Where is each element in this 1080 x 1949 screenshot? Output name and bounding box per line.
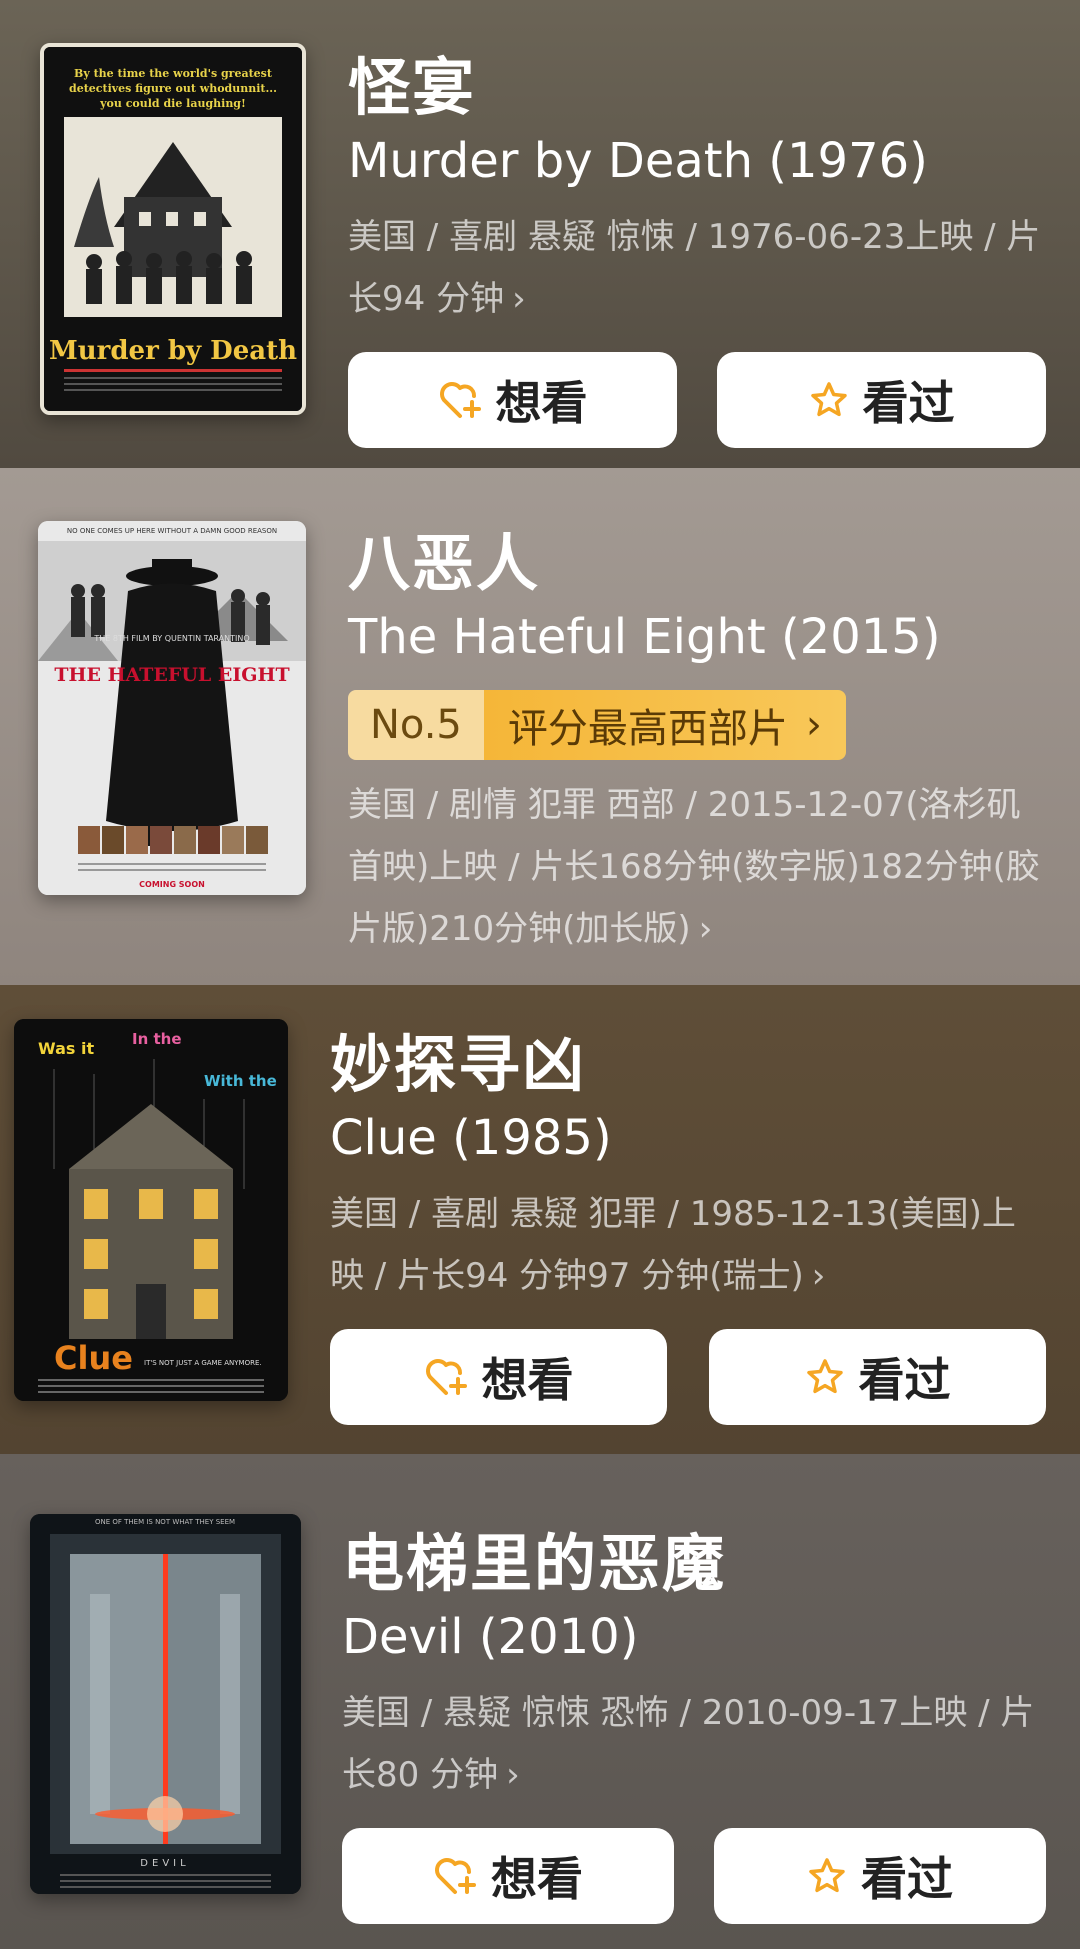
ranking-label-text: 评分最高西部片 xyxy=(507,706,788,752)
poster-title: Murder by Death xyxy=(49,336,297,366)
svg-text:NO ONE COMES UP HERE WITHOUT A: NO ONE COMES UP HERE WITHOUT A DAMN GOOD… xyxy=(67,527,277,535)
movie-card[interactable]: Was it In the With the Clue IT'S NOT JUS… xyxy=(0,985,1080,1454)
want-to-watch-label: 想看 xyxy=(491,1852,583,1906)
movie-meta-text: 美国 / 悬疑 惊悚 恐怖 / 2010-09-17上映 / 片长80 分钟 xyxy=(342,1693,1035,1795)
poster-art: Was it In the With the Clue IT'S NOT JUS… xyxy=(14,1019,288,1401)
movie-title-cn: 妙探寻凶 xyxy=(330,1028,587,1101)
movie-meta[interactable]: 美国 / 喜剧 悬疑 惊悚 / 1976-06-23上映 / 片长94 分钟 › xyxy=(348,206,1046,330)
movie-title-en: Murder by Death (1976) xyxy=(348,133,928,189)
movie-poster[interactable]: By the time the world's greatest detecti… xyxy=(40,43,306,415)
watched-label: 看过 xyxy=(858,1353,951,1407)
movie-title-cn: 八恶人 xyxy=(348,527,541,600)
want-to-watch-button[interactable]: 想看 xyxy=(330,1329,667,1425)
movie-meta-text: 美国 / 剧情 犯罪 西部 / 2015-12-07(洛杉矶首映)上映 / 片长… xyxy=(348,785,1040,949)
movie-poster[interactable]: NO ONE COMES UP HERE WITHOUT A DAMN GOOD… xyxy=(38,521,306,895)
movie-card[interactable]: By the time the world's greatest detecti… xyxy=(0,0,1080,468)
movie-title-en: The Hateful Eight (2015) xyxy=(348,609,941,665)
heart-plus-icon xyxy=(424,1357,468,1397)
ranking-badge[interactable]: No.5 评分最高西部片 › xyxy=(348,690,846,760)
watched-label: 看过 xyxy=(861,1852,953,1906)
chevron-right-icon: › xyxy=(698,909,713,949)
svg-text:COMING SOON: COMING SOON xyxy=(139,880,205,889)
poster-art: By the time the world's greatest detecti… xyxy=(44,47,302,411)
svg-text:ONE OF THEM IS NOT WHAT THEY S: ONE OF THEM IS NOT WHAT THEY SEEM xyxy=(95,1518,235,1526)
watched-label: 看过 xyxy=(862,376,955,430)
star-icon xyxy=(809,380,849,420)
svg-text:IT'S NOT JUST A GAME ANYMORE.: IT'S NOT JUST A GAME ANYMORE. xyxy=(144,1359,262,1367)
poster-title: Clue xyxy=(54,1339,133,1377)
watched-button[interactable]: 看过 xyxy=(709,1329,1046,1425)
svg-text:you could die laughing!: you could die laughing! xyxy=(99,97,246,110)
want-to-watch-label: 想看 xyxy=(481,1353,574,1407)
chevron-right-icon: › xyxy=(811,1256,826,1296)
poster-art: NO ONE COMES UP HERE WITHOUT A DAMN GOOD… xyxy=(38,521,306,895)
chevron-right-icon: › xyxy=(506,1755,520,1795)
want-to-watch-button[interactable]: 想看 xyxy=(348,352,677,448)
movie-title-en: Clue (1985) xyxy=(330,1110,612,1166)
movie-meta[interactable]: 美国 / 喜剧 悬疑 犯罪 / 1985-12-13(美国)上映 / 片长94 … xyxy=(330,1183,1046,1307)
watched-button[interactable]: 看过 xyxy=(714,1828,1046,1924)
chevron-right-icon: › xyxy=(805,702,822,748)
heart-plus-icon xyxy=(438,380,482,420)
poster-art: ONE OF THEM IS NOT WHAT THEY SEEM DEVIL xyxy=(30,1514,301,1894)
want-to-watch-label: 想看 xyxy=(495,376,588,430)
svg-text:detectives figure out whodunni: detectives figure out whodunnit... xyxy=(69,82,277,95)
movie-card[interactable]: ONE OF THEM IS NOT WHAT THEY SEEM DEVIL … xyxy=(0,1454,1080,1949)
movie-title-cn: 电梯里的恶魔 xyxy=(342,1527,727,1600)
star-icon xyxy=(805,1357,845,1397)
movie-meta[interactable]: 美国 / 剧情 犯罪 西部 / 2015-12-07(洛杉矶首映)上映 / 片长… xyxy=(348,774,1046,960)
poster-title: DEVIL xyxy=(140,1858,189,1869)
heart-plus-icon xyxy=(433,1856,477,1896)
svg-text:By the time the world's greate: By the time the world's greatest xyxy=(74,67,273,80)
movie-meta-text: 美国 / 喜剧 悬疑 犯罪 / 1985-12-13(美国)上映 / 片长94 … xyxy=(330,1194,1016,1296)
svg-text:In the: In the xyxy=(132,1030,182,1048)
movie-title-en: Devil (2010) xyxy=(342,1609,639,1665)
star-icon xyxy=(807,1856,847,1896)
movie-poster[interactable]: ONE OF THEM IS NOT WHAT THEY SEEM DEVIL xyxy=(30,1514,301,1894)
svg-text:With the: With the xyxy=(204,1072,277,1090)
svg-text:THE 8TH FILM BY QUENTIN TARANT: THE 8TH FILM BY QUENTIN TARANTINO xyxy=(93,634,249,643)
svg-text:Was it: Was it xyxy=(38,1039,94,1058)
want-to-watch-button[interactable]: 想看 xyxy=(342,1828,674,1924)
ranking-number: No.5 xyxy=(348,690,484,760)
movie-poster[interactable]: Was it In the With the Clue IT'S NOT JUS… xyxy=(14,1019,288,1401)
ranking-label: 评分最高西部片 › xyxy=(483,690,846,760)
movie-card[interactable]: NO ONE COMES UP HERE WITHOUT A DAMN GOOD… xyxy=(0,468,1080,985)
poster-title: THE HATEFUL EIGHT xyxy=(54,664,289,686)
chevron-right-icon: › xyxy=(512,279,526,319)
movie-meta-text: 美国 / 喜剧 悬疑 惊悚 / 1976-06-23上映 / 片长94 分钟 xyxy=(348,217,1041,319)
movie-meta[interactable]: 美国 / 悬疑 惊悚 恐怖 / 2010-09-17上映 / 片长80 分钟 › xyxy=(342,1682,1046,1806)
movie-title-cn: 怪宴 xyxy=(348,51,477,124)
watched-button[interactable]: 看过 xyxy=(717,352,1046,448)
